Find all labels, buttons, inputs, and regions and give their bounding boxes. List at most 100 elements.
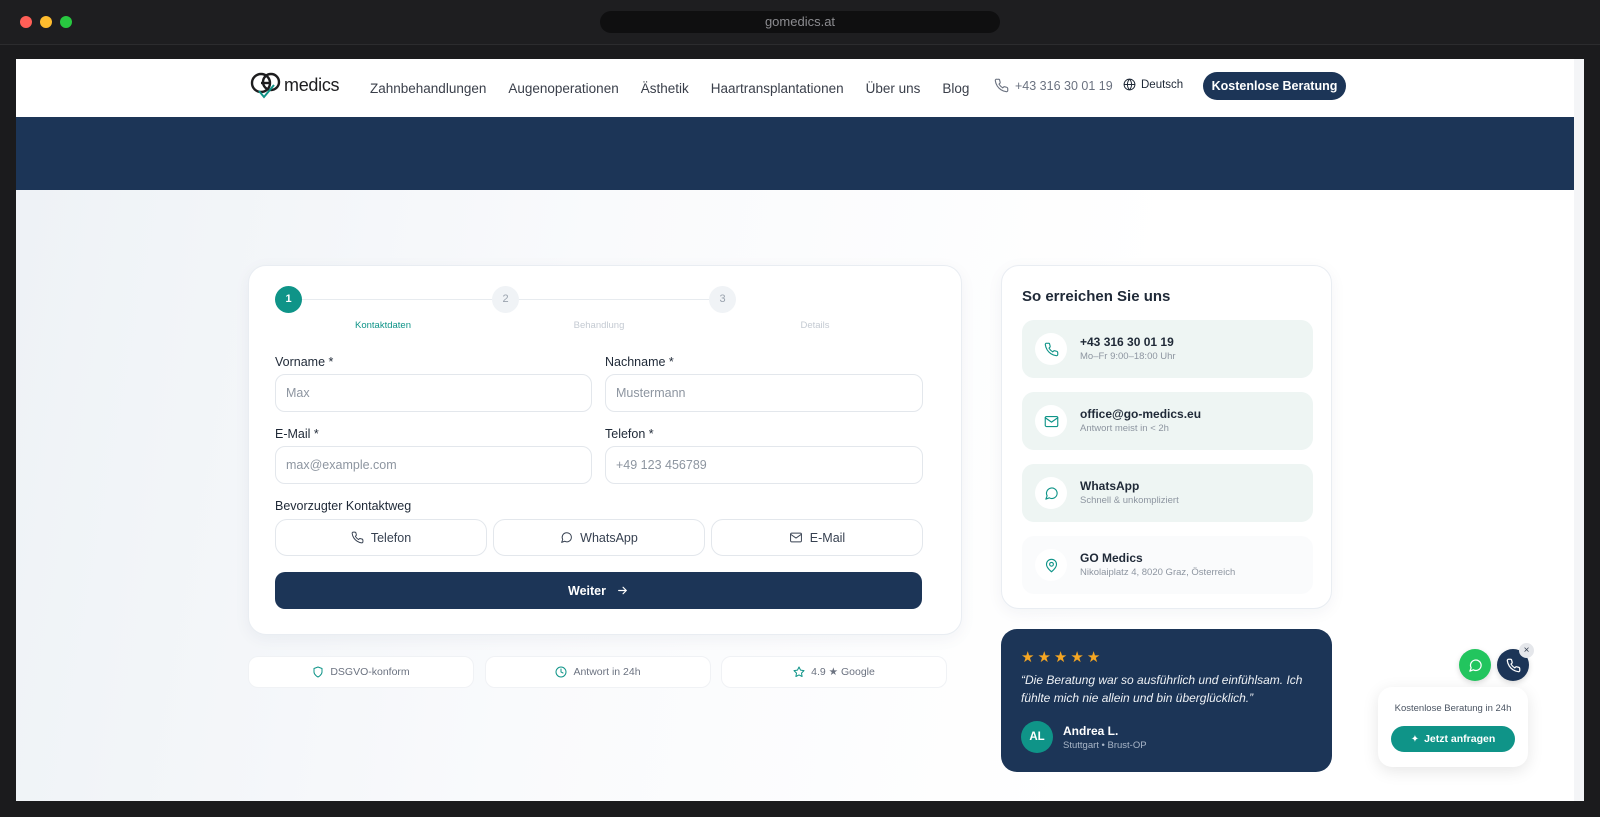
trust-badge-google-rating-label: 4.9 ★ Google [811,666,875,678]
map-pin-icon [1035,549,1067,581]
step-3-indicator: 3 [709,286,736,313]
contact-whatsapp-title: WhatsApp [1080,479,1140,493]
language-label: Deutsch [1141,78,1184,91]
trust-badge-response-time-label: Antwort in 24h [573,666,641,678]
phone-label: Telefon * [605,427,654,441]
globe-icon [1123,78,1136,91]
contact-item-phone[interactable]: +43 316 30 01 19 Mo–Fr 9:00–18:00 Uhr [1022,320,1313,378]
step-connector [519,299,709,300]
contact-phone-hours: Mo–Fr 9:00–18:00 Uhr [1080,351,1176,362]
mail-icon [1035,405,1067,437]
window-maximize-button[interactable] [60,16,72,28]
next-button-label: Weiter [568,583,606,598]
nav-item-blog[interactable]: Blog [942,81,969,96]
logo[interactable]: medics [250,70,340,100]
address-bar[interactable]: gomedics.at [600,11,1000,33]
testimonial-meta: Stuttgart • Brust-OP [1063,740,1147,751]
whatsapp-icon [1035,477,1067,509]
language-selector[interactable]: Deutsch [1123,78,1183,91]
popup-text: Kostenlose Beratung in 24h [1394,703,1512,714]
contact-address: Nikolaiplatz 4, 8020 Graz, Österreich [1080,567,1236,578]
close-icon[interactable]: × [1519,643,1534,658]
step-3-label: Details [800,320,830,331]
step-2-label: Behandlung [573,320,625,331]
step-1-indicator: 1 [275,286,302,313]
window-close-button[interactable] [20,16,32,28]
nav-item-augenoperationen[interactable]: Augenoperationen [508,81,618,96]
testimonial-quote: “Die Beratung war so ausführlich und ein… [1021,673,1303,705]
header-phone-number: +43 316 30 01 19 [1015,78,1113,93]
contact-way-email-button[interactable]: E-Mail [711,519,923,556]
nav-item-zahnbehandlungen[interactable]: Zahnbehandlungen [370,81,486,96]
trust-badge-google-rating: 4.9 ★ Google [721,656,947,688]
header-phone-link[interactable]: +43 316 30 01 19 [994,78,1113,93]
whatsapp-floating-button[interactable] [1459,649,1491,681]
phone-icon [1506,658,1520,672]
nav-item-haartransplantationen[interactable]: Haartransplantationen [711,81,844,96]
phone-input[interactable] [605,446,923,484]
contact-way-email-label: E-Mail [809,530,846,545]
next-button[interactable]: Weiter [275,572,922,609]
contact-way-label: Bevorzugter Kontaktweg [275,499,412,513]
first-name-input[interactable] [275,374,592,412]
site-header: medics Zahnbehandlungen Augenoperationen… [16,59,1574,117]
star-icon: ★ [1053,649,1068,666]
phone-icon [351,531,364,544]
trust-badge-gdpr: DSGVO-konform [248,656,474,688]
star-icon: ★ [1037,649,1051,666]
contact-company-name: GO Medics [1080,551,1143,565]
window-minimize-button[interactable] [40,16,52,28]
logo-text: medics [284,74,340,95]
trust-badge-response-time: Antwort in 24h [485,656,711,688]
contact-way-whatsapp-label: WhatsApp [580,530,638,545]
step-1-label: Kontaktdaten [355,320,411,331]
contact-item-address[interactable]: GO Medics Nikolaiplatz 4, 8020 Graz, Öst… [1022,536,1313,594]
testimonial-author: Andrea L. [1063,724,1119,738]
phone-icon [1035,333,1067,365]
contact-way-whatsapp-button[interactable]: WhatsApp [493,519,705,556]
last-name-input[interactable] [605,374,923,412]
nav-item-aesthetik[interactable]: Ästhetik [641,81,689,96]
request-now-button[interactable]: ✦ Jetzt anfragen [1391,726,1515,752]
contact-email-note: Antwort meist in < 2h [1080,423,1169,434]
nav-item-ueber-uns[interactable]: Über uns [866,81,921,96]
contact-way-phone-button[interactable]: Telefon [275,519,487,556]
star-outline-icon [793,666,805,677]
star-icon: ★ [1021,649,1035,666]
contact-item-whatsapp[interactable]: WhatsApp Schnell & unkompliziert [1022,464,1313,522]
contact-email-address: office@go-medics.eu [1080,407,1202,421]
star-icon: ★ [1070,649,1084,666]
main-nav: Zahnbehandlungen Augenoperationen Ästhet… [370,59,991,117]
consultation-popup: Kostenlose Beratung in 24h ✦ Jetzt anfra… [1378,687,1528,767]
contact-info-card: So erreichen Sie uns +43 316 30 01 19 Mo… [1001,265,1332,609]
contact-way-phone-label: Telefon [370,530,412,545]
testimonial-card: ★ ★ ★ ★ ★ “Die Beratung war so ausführli… [1001,629,1332,772]
shield-icon [313,666,323,678]
contact-title: So erreichen Sie uns [1022,288,1171,305]
arrow-right-icon [618,586,627,595]
contact-form-card: 1 2 3 Kontaktdaten Behandlung Details Vo… [248,265,962,635]
chat-bubble-icon [561,532,573,543]
sparkle-icon: ✦ [1410,733,1420,745]
page-viewport: medics Zahnbehandlungen Augenoperationen… [16,59,1584,801]
mail-icon [789,532,802,543]
step-2-indicator: 2 [492,286,519,313]
whatsapp-icon [1468,658,1482,672]
free-consultation-button[interactable]: Kostenlose Beratung [1203,72,1346,100]
avatar: AL [1021,721,1053,753]
logo-mark-icon [250,72,281,99]
last-name-label: Nachname * [605,355,674,369]
browser-chrome: gomedics.at [0,0,1600,45]
email-input[interactable] [275,446,592,484]
rating-stars: ★ ★ ★ ★ ★ [1021,648,1103,666]
first-name-label: Vorname * [275,355,334,369]
email-label: E-Mail * [275,427,319,441]
clock-icon [555,666,567,678]
request-now-label: Jetzt anfragen [1424,733,1496,745]
hero-banner [16,117,1574,190]
page-scrollbar[interactable] [1574,59,1584,801]
trust-badge-gdpr-label: DSGVO-konform [330,666,410,678]
contact-item-email[interactable]: office@go-medics.eu Antwort meist in < 2… [1022,392,1313,450]
contact-phone-number: +43 316 30 01 19 [1080,335,1174,349]
contact-whatsapp-note: Schnell & unkompliziert [1080,495,1179,506]
